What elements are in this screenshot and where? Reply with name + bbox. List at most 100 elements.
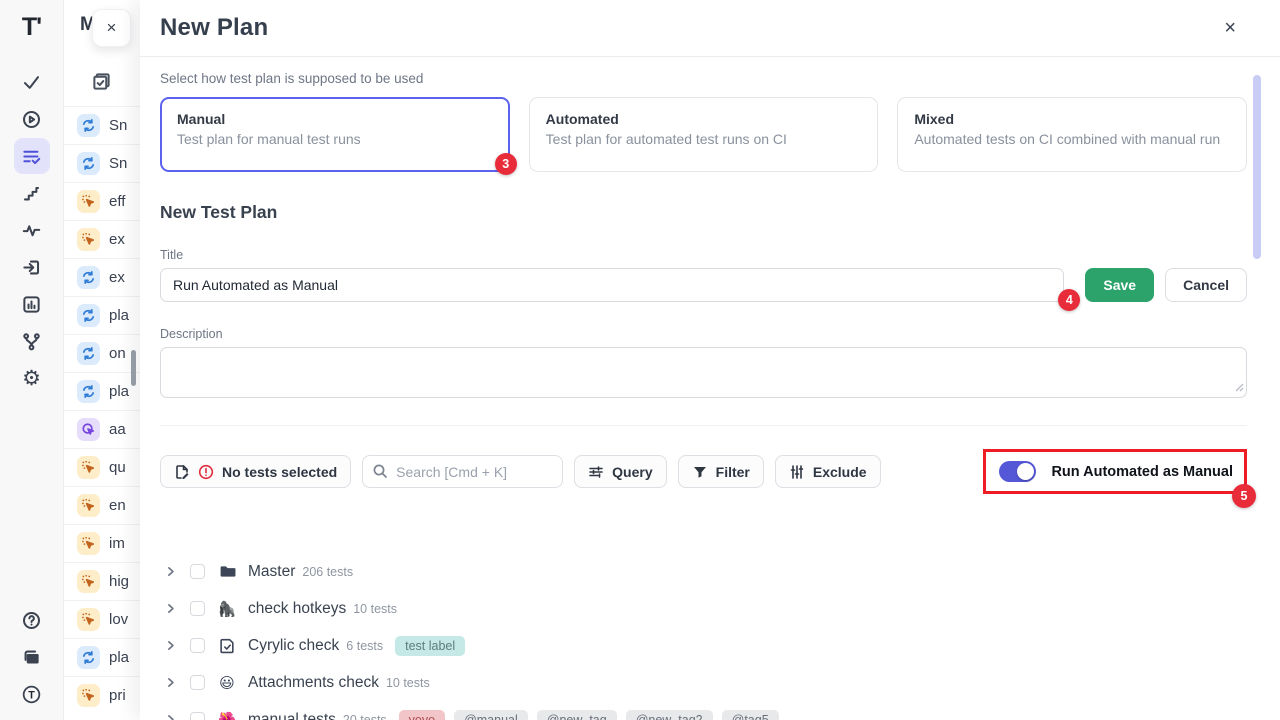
title-label: Title	[160, 248, 1247, 262]
suite-name[interactable]: Attachments check	[248, 674, 379, 692]
save-button[interactable]: Save	[1085, 268, 1154, 302]
test-count: 10 tests	[386, 676, 430, 690]
modal-scrollbar[interactable]	[1253, 75, 1261, 259]
panel-scrollbar[interactable]	[131, 350, 136, 386]
list-item[interactable]: on	[64, 334, 140, 372]
modal-close-icon[interactable]: ×	[1224, 18, 1236, 38]
suite-name[interactable]: Master	[248, 563, 295, 581]
list-item[interactable]: pla	[64, 638, 140, 676]
sidebar-item-tests[interactable]	[14, 64, 50, 100]
import-icon	[22, 258, 41, 277]
sync-icon	[77, 114, 100, 137]
plan-type-automated[interactable]: Automated Test plan for automated test r…	[529, 97, 879, 172]
cursor-click-icon	[77, 532, 100, 555]
sidebar-item-plans[interactable]	[14, 138, 50, 174]
test-count: 206 tests	[302, 565, 353, 579]
annotation-badge-3: 3	[495, 153, 517, 175]
filter-button[interactable]: Filter	[678, 455, 764, 488]
run-automated-toggle[interactable]	[999, 461, 1036, 482]
plan-type-mixed[interactable]: Mixed Automated tests on CI combined wit…	[897, 97, 1247, 172]
sidebar-item-branches[interactable]	[14, 323, 50, 359]
brand-button[interactable]: T	[14, 676, 50, 712]
suite-name[interactable]: manual tests	[248, 711, 336, 720]
cursor-click-icon	[77, 684, 100, 707]
tag[interactable]: @new_tag2	[626, 710, 713, 720]
gear-icon: ⚙	[22, 368, 41, 389]
exclude-button[interactable]: Exclude	[775, 455, 881, 488]
list-item[interactable]: im	[64, 524, 140, 562]
cursor-click-icon	[77, 228, 100, 251]
help-icon	[22, 611, 41, 630]
folders-icon	[22, 648, 41, 667]
cursor-click-icon	[77, 494, 100, 517]
chevron-right-icon[interactable]	[164, 713, 177, 720]
list-item[interactable]: eff	[64, 182, 140, 220]
sidebar-item-milestones[interactable]	[14, 175, 50, 211]
tag-list: test label	[395, 636, 465, 656]
cursor-click-icon	[77, 570, 100, 593]
title-input-wrap: 4	[160, 268, 1064, 302]
description-label: Description	[160, 327, 1247, 341]
description-textarea[interactable]	[160, 347, 1247, 398]
sidebar-item-analytics[interactable]	[14, 286, 50, 322]
search-wrap	[362, 455, 563, 488]
cancel-button[interactable]: Cancel	[1165, 268, 1247, 302]
sidebar-item-runs[interactable]	[14, 101, 50, 137]
search-input[interactable]	[362, 455, 563, 488]
new-plan-modal: New Plan × Select how test plan is suppo…	[140, 0, 1280, 720]
chevron-right-icon[interactable]	[164, 602, 177, 615]
test-count: 20 tests	[343, 713, 387, 720]
list-item[interactable]: qu	[64, 448, 140, 486]
suite-name[interactable]: check hotkeys	[248, 600, 346, 618]
chevron-right-icon[interactable]	[164, 639, 177, 652]
list-item[interactable]: Sn	[64, 106, 140, 144]
row-checkbox[interactable]	[190, 675, 205, 690]
plans-list: Sn Sn eff ex ex pla on pla aa qu en im h…	[64, 106, 140, 714]
help-button[interactable]	[14, 602, 50, 638]
list-item[interactable]: aa	[64, 410, 140, 448]
close-icon: ×	[107, 18, 117, 38]
list-item[interactable]: ex	[64, 258, 140, 296]
cursor-click-icon	[77, 456, 100, 479]
tag-list: yoyo @manual @new_tag @new_tag2 @tag5	[399, 710, 779, 720]
folder-icon	[217, 563, 237, 580]
panel-close-button[interactable]: ×	[92, 9, 131, 47]
list-item[interactable]: pla	[64, 296, 140, 334]
projects-button[interactable]	[14, 639, 50, 675]
list-item[interactable]: pri	[64, 676, 140, 714]
sliders-vertical-icon	[789, 464, 805, 480]
list-item[interactable]: hig	[64, 562, 140, 600]
no-tests-selected-button[interactable]: No tests selected	[160, 455, 351, 488]
row-checkbox[interactable]	[190, 638, 205, 653]
tag[interactable]: @tag5	[722, 710, 779, 720]
copy-check-icon[interactable]	[92, 72, 111, 91]
tag[interactable]: yoyo	[399, 710, 445, 720]
tag[interactable]: test label	[395, 636, 465, 656]
sidebar-item-activity[interactable]	[14, 212, 50, 248]
sidebar-item-import[interactable]	[14, 249, 50, 285]
row-checkbox[interactable]	[190, 712, 205, 720]
sync-icon	[77, 304, 100, 327]
row-checkbox[interactable]	[190, 564, 205, 579]
suite-name[interactable]: Cyrylic check	[248, 637, 339, 655]
tag[interactable]: @new_tag	[537, 710, 617, 720]
sync-icon	[77, 342, 100, 365]
table-row: 😃 Attachments check 10 tests	[160, 664, 1247, 701]
list-item[interactable]: Sn	[64, 144, 140, 182]
chevron-right-icon[interactable]	[164, 565, 177, 578]
list-item[interactable]: lov	[64, 600, 140, 638]
tag[interactable]: @manual	[454, 710, 528, 720]
title-input[interactable]	[160, 268, 1064, 302]
title-row: 4 Save Cancel	[160, 268, 1247, 302]
row-checkbox[interactable]	[190, 601, 205, 616]
resize-grip-icon[interactable]	[1235, 379, 1244, 397]
svg-text:T: T	[28, 689, 35, 701]
sidebar-item-settings[interactable]: ⚙	[14, 360, 50, 396]
plan-type-manual[interactable]: Manual Test plan for manual test runs 3	[160, 97, 510, 172]
query-button[interactable]: Query	[574, 455, 666, 488]
list-item[interactable]: en	[64, 486, 140, 524]
chevron-right-icon[interactable]	[164, 676, 177, 689]
list-item[interactable]: ex	[64, 220, 140, 258]
cursor-click-icon	[77, 190, 100, 213]
list-item[interactable]: pla	[64, 372, 140, 410]
